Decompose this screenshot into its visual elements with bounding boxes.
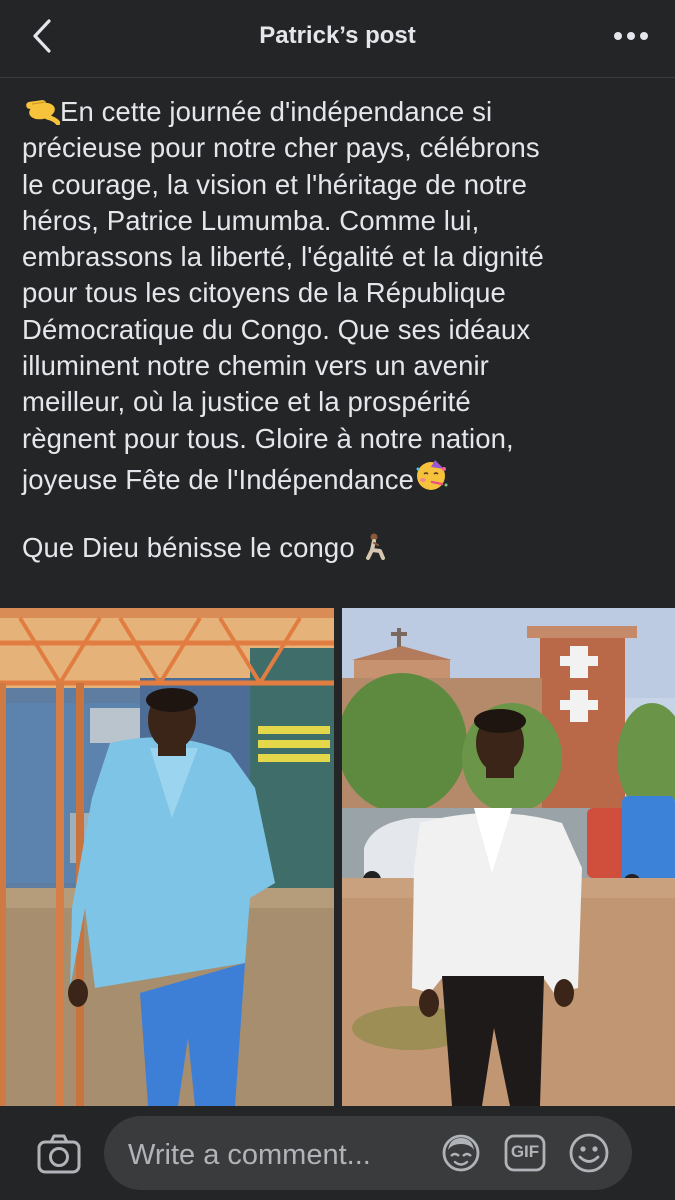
smiley-icon — [569, 1133, 609, 1173]
post-line-text: joyeuse Fête de l'Indépendance — [22, 463, 415, 495]
post-line: Démocratique du Congo. Que ses idéaux — [22, 313, 531, 345]
post-line: meilleur, où la justice et la prospérité — [22, 386, 471, 418]
photo-grid — [0, 608, 675, 1106]
camera-button[interactable] — [36, 1132, 82, 1176]
avatar-face-icon — [442, 1134, 480, 1172]
camera-icon — [37, 1134, 81, 1174]
post-line: En cette journée d'indépendance si — [22, 94, 657, 130]
avatar-sticker-button[interactable] — [440, 1132, 482, 1174]
post-line: le courage, la vision et l'héritage de n… — [22, 168, 527, 200]
photo-image — [342, 608, 675, 1106]
post-line: illuminent notre chemin vers un avenir — [22, 350, 489, 382]
post-photo-1[interactable] — [0, 608, 334, 1106]
post-line: pour tous les citoyens de la République — [22, 277, 506, 309]
emoji-button[interactable] — [568, 1132, 610, 1174]
post-line: joyeuse Fête de l'Indépendance — [22, 457, 657, 495]
post-line: Que Dieu bénisse le congo — [22, 530, 657, 566]
post-line: embrassons la liberté, l'égalité et la d… — [22, 241, 544, 273]
page-title: Patrick’s post — [259, 22, 416, 49]
comment-input[interactable] — [128, 1138, 428, 1172]
post-photo-2[interactable] — [342, 608, 675, 1106]
kneeling-person-emoji — [366, 533, 386, 560]
comment-box: GIF — [104, 1116, 632, 1190]
post-header: Patrick’s post — [0, 0, 675, 78]
more-horizontal-icon — [614, 32, 648, 40]
more-options-button[interactable] — [609, 24, 653, 48]
saluting-hand-emoji — [26, 100, 60, 125]
post-line-text: En cette journée d'indépendance si — [60, 96, 493, 127]
partying-face-emoji — [416, 459, 448, 490]
post-body: En cette journée d'indépendance si préci… — [22, 94, 657, 566]
gif-label: GIF — [510, 1142, 540, 1161]
post-line: héros, Patrice Lumumba. Comme lui, — [22, 204, 480, 236]
blessing-text: Que Dieu bénisse le congo — [22, 531, 355, 563]
gif-button[interactable]: GIF — [504, 1133, 546, 1173]
photo-image — [0, 608, 334, 1106]
post-line: précieuse pour notre cher pays, célébron… — [22, 132, 540, 164]
post-line: règnent pour tous. Gloire à notre nation… — [22, 422, 514, 454]
